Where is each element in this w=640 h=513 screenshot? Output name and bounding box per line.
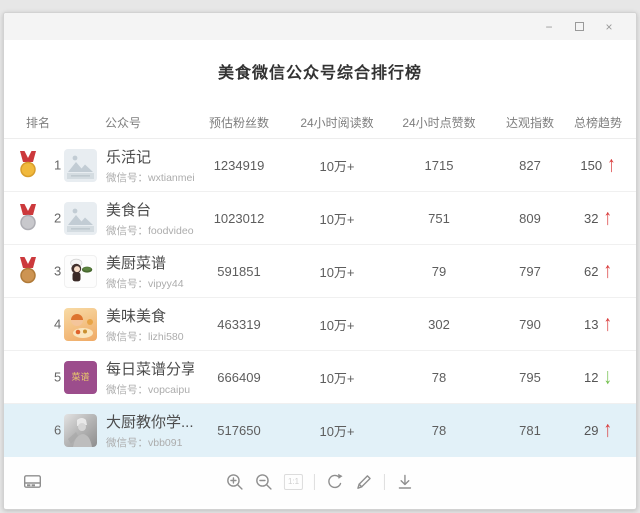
table-row[interactable]: 4 美味美食 微信号：lizhi580 463319 10万+ 302 790 … bbox=[4, 298, 636, 351]
trend-value: 12 bbox=[584, 370, 598, 385]
index-value: 790 bbox=[488, 317, 572, 332]
trend-up-arrow-icon: ↑ bbox=[603, 258, 612, 284]
fans-count: 666409 bbox=[194, 370, 284, 385]
account-wechat-id: 微信号：lizhi580 bbox=[106, 329, 184, 344]
chef-photo-avatar bbox=[64, 414, 97, 447]
rank-number: 1 bbox=[54, 158, 61, 173]
rank-number: 5 bbox=[54, 370, 61, 385]
zoom-in-icon[interactable] bbox=[226, 473, 244, 491]
account-wechat-id: 微信号：foodvideo bbox=[106, 223, 194, 238]
toolbar-separator bbox=[314, 474, 315, 490]
trend-up-arrow-icon: ↑ bbox=[603, 205, 612, 231]
account-name: 大厨教你学... bbox=[106, 411, 194, 432]
ranking-table: 排名 公众号 预估粉丝数 24小时阅读数 24小时点赞数 达观指数 总榜趋势 1… bbox=[4, 106, 636, 457]
table-row[interactable]: 2 美食台 微信号：foodvideo 1023012 10万+ 751 809… bbox=[4, 192, 636, 245]
rank-number: 4 bbox=[54, 317, 61, 332]
fans-count: 1234919 bbox=[194, 158, 284, 173]
image-placeholder-icon bbox=[64, 149, 97, 182]
avatar-logo-text: 菜谱 bbox=[71, 373, 89, 382]
account-wechat-id: 微信号：vbb091 bbox=[106, 435, 194, 450]
pencil-icon[interactable] bbox=[355, 473, 373, 491]
maximize-button[interactable] bbox=[564, 17, 594, 37]
index-value: 809 bbox=[488, 211, 572, 226]
likes-count: 79 bbox=[390, 264, 488, 279]
trend-value: 62 bbox=[584, 264, 598, 279]
rank-number: 2 bbox=[54, 211, 61, 226]
page-title: 美食微信公众号综合排行榜 bbox=[4, 59, 636, 83]
header-likes: 24小时点赞数 bbox=[390, 114, 488, 131]
account-wechat-id: 微信号：wxtianmei bbox=[106, 170, 195, 185]
likes-count: 78 bbox=[390, 370, 488, 385]
trend-up-arrow-icon: ↑ bbox=[603, 311, 612, 337]
header-reads: 24小时阅读数 bbox=[284, 114, 390, 131]
download-icon[interactable] bbox=[396, 473, 414, 491]
index-value: 797 bbox=[488, 264, 572, 279]
fans-count: 1023012 bbox=[194, 211, 284, 226]
account-name: 美味美食 bbox=[106, 305, 184, 326]
trend-up-arrow-icon: ↑ bbox=[603, 417, 612, 443]
trend-up-arrow-icon: ↑ bbox=[607, 152, 616, 178]
chef-cartoon-avatar bbox=[64, 255, 97, 288]
account-name: 每日菜谱分享 bbox=[106, 358, 194, 379]
trend-down-arrow-icon: ↓ bbox=[603, 364, 612, 390]
table-header-row: 排名 公众号 预估粉丝数 24小时阅读数 24小时点赞数 达观指数 总榜趋势 bbox=[4, 106, 636, 139]
zoom-out-icon[interactable] bbox=[255, 473, 273, 491]
header-account: 公众号 bbox=[64, 114, 194, 131]
image-placeholder-icon bbox=[64, 202, 97, 235]
rotate-icon[interactable] bbox=[326, 473, 344, 491]
header-trend: 总榜趋势 bbox=[572, 114, 624, 131]
medal-gold-icon bbox=[18, 151, 38, 179]
computer-icon[interactable] bbox=[23, 474, 42, 490]
account-name: 美食台 bbox=[106, 199, 194, 220]
header-rank: 排名 bbox=[18, 114, 64, 131]
reads-count: 10万+ bbox=[284, 156, 390, 175]
table-row-selected[interactable]: 6 大厨教你学... 微信号：vbb091 517650 10万+ 78 781… bbox=[4, 404, 636, 457]
trend-value: 29 bbox=[584, 423, 598, 438]
account-wechat-id: 微信号：vipyy44 bbox=[106, 276, 184, 291]
table-row[interactable]: 3 美厨菜谱 微信号：vipyy44 591851 10万+ 79 797 62… bbox=[4, 245, 636, 298]
likes-count: 1715 bbox=[390, 158, 488, 173]
fans-count: 591851 bbox=[194, 264, 284, 279]
account-name: 美厨菜谱 bbox=[106, 252, 184, 273]
reads-count: 10万+ bbox=[284, 368, 390, 387]
index-value: 827 bbox=[488, 158, 572, 173]
rank-number: 3 bbox=[54, 264, 61, 279]
account-wechat-id: 微信号：vopcaipu bbox=[106, 382, 194, 397]
viewer-toolbar: 1:1 bbox=[4, 457, 636, 506]
likes-count: 302 bbox=[390, 317, 488, 332]
close-button[interactable]: × bbox=[594, 17, 624, 37]
fans-count: 517650 bbox=[194, 423, 284, 438]
toolbar-separator bbox=[384, 474, 385, 490]
ratio-1-1-button[interactable]: 1:1 bbox=[284, 474, 303, 490]
header-index: 达观指数 bbox=[488, 114, 572, 131]
medal-silver-icon bbox=[18, 204, 38, 232]
window-titlebar: − × bbox=[4, 13, 636, 40]
fans-count: 463319 bbox=[194, 317, 284, 332]
rank-number: 6 bbox=[54, 423, 61, 438]
app-window: − × 美食微信公众号综合排行榜 排名 公众号 预估粉丝数 24小时阅读数 24… bbox=[3, 12, 637, 510]
medal-bronze-icon bbox=[18, 257, 38, 285]
table-row[interactable]: 5 菜谱 每日菜谱分享 微信号：vopcaipu 666409 10万+ 78 … bbox=[4, 351, 636, 404]
trend-value: 32 bbox=[584, 211, 598, 226]
reads-count: 10万+ bbox=[284, 209, 390, 228]
reads-count: 10万+ bbox=[284, 421, 390, 440]
trend-value: 13 bbox=[584, 317, 598, 332]
minimize-button[interactable]: − bbox=[534, 17, 564, 37]
maximize-icon bbox=[575, 22, 584, 31]
reads-count: 10万+ bbox=[284, 315, 390, 334]
likes-count: 78 bbox=[390, 423, 488, 438]
header-fans: 预估粉丝数 bbox=[194, 114, 284, 131]
table-row[interactable]: 1 乐活记 微信号：wxtianmei 1234919 10万+ 1715 82… bbox=[4, 139, 636, 192]
index-value: 781 bbox=[488, 423, 572, 438]
food-cartoon-avatar bbox=[64, 308, 97, 341]
reads-count: 10万+ bbox=[284, 262, 390, 281]
index-value: 795 bbox=[488, 370, 572, 385]
account-name: 乐活记 bbox=[106, 146, 194, 167]
trend-value: 150 bbox=[580, 158, 602, 173]
purple-logo-avatar: 菜谱 bbox=[64, 361, 97, 394]
likes-count: 751 bbox=[390, 211, 488, 226]
